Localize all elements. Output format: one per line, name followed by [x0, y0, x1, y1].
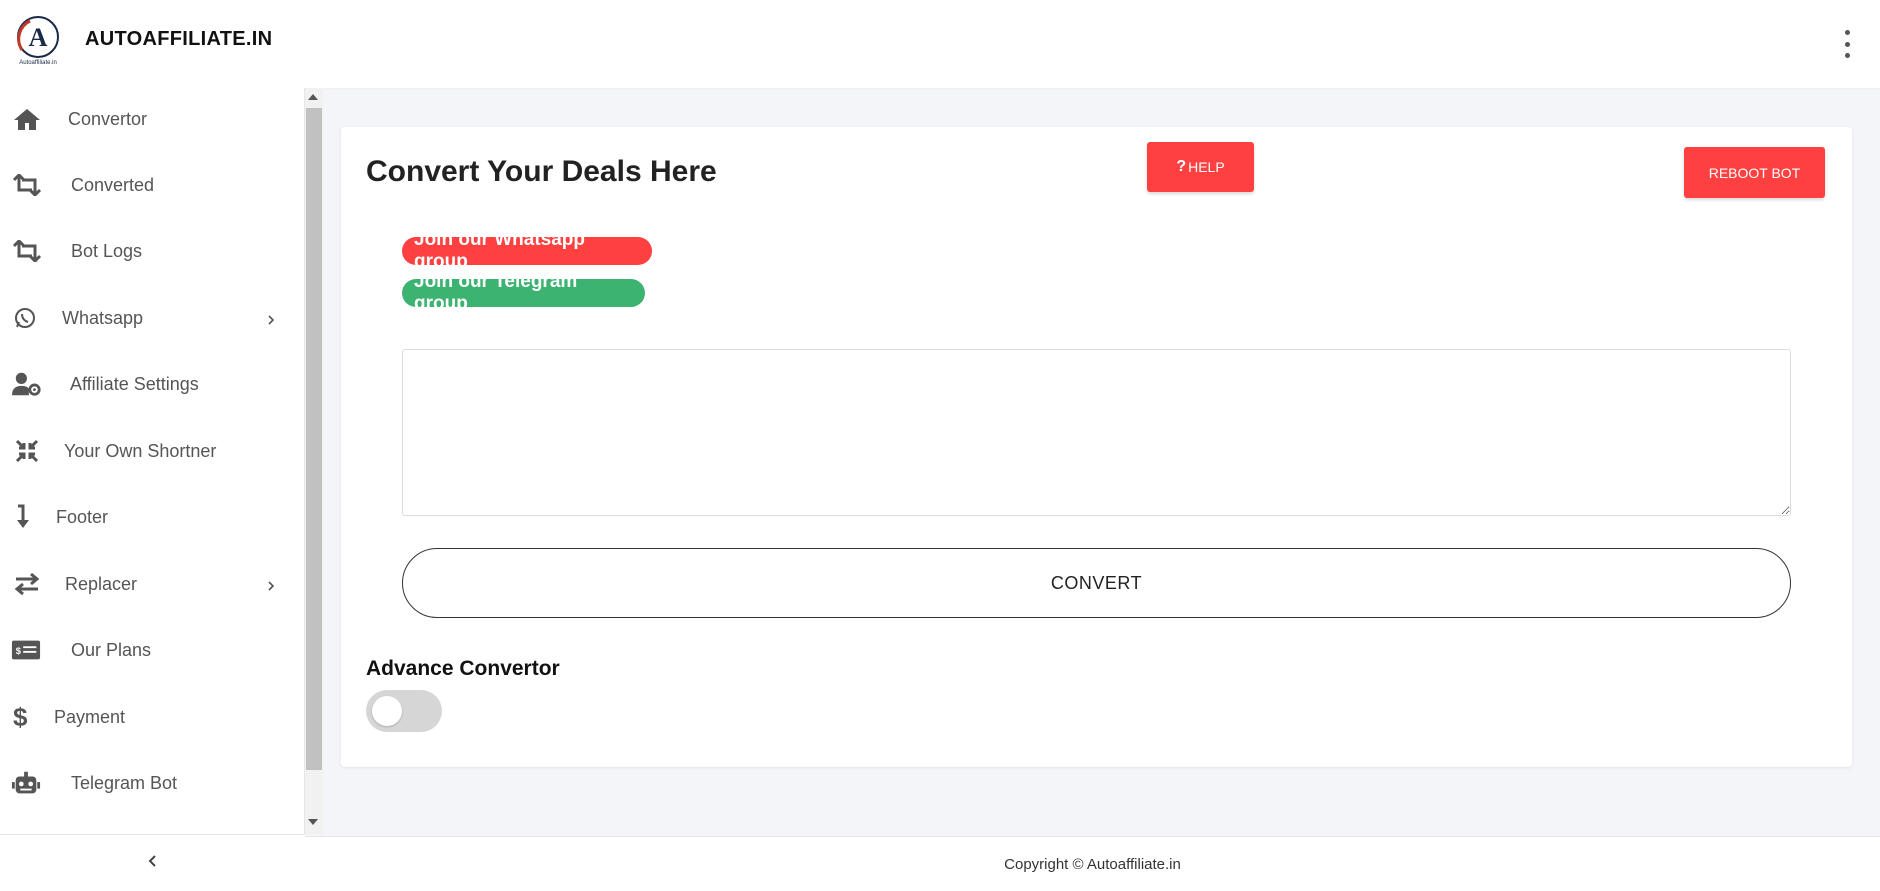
chevron-right-icon — [264, 577, 278, 591]
sidebar-item-label: Telegram Bot — [71, 772, 178, 793]
sidebar-item-affiliate-settings[interactable]: Affiliate Settings — [0, 356, 290, 412]
page-title: Convert Your Deals Here — [366, 155, 717, 188]
svg-text:Autoaffiliate.in: Autoaffiliate.in — [19, 60, 57, 66]
sidebar-item-telegram-bot[interactable]: Telegram Bot — [0, 755, 290, 811]
convert-button[interactable]: CONVERT — [402, 548, 1791, 618]
sidebar-item-replacer[interactable]: Replacer — [0, 556, 290, 612]
whatsapp-icon — [10, 303, 40, 333]
user-gear-icon — [12, 369, 42, 399]
sidebar-item-label: Convertor — [68, 108, 148, 129]
repeat-icon — [12, 236, 42, 266]
sidebar-collapse-button[interactable] — [0, 834, 305, 891]
top-bar: A Autoaffiliate.in AUTOAFFILIATE.IN — [0, 0, 1880, 88]
scroll-down-arrow-icon[interactable] — [308, 819, 318, 825]
sidebar-item-label: Whatsapp — [62, 307, 144, 328]
dollar-icon: $ — [6, 702, 36, 732]
sidebar-item-our-plans[interactable]: $ Our Plans — [0, 622, 290, 678]
advance-convertor-label: Advance Convertor — [366, 657, 560, 680]
sidebar-scrollbar-thumb[interactable] — [306, 108, 322, 770]
sidebar-item-whatsapp[interactable]: Whatsapp — [0, 290, 290, 346]
deal-input[interactable] — [402, 349, 1791, 516]
svg-text:$: $ — [16, 646, 22, 656]
question-icon: ? — [1176, 158, 1187, 175]
sidebar-item-label: Payment — [54, 706, 126, 727]
join-whatsapp-group-link[interactable]: Join our Whatsapp group — [402, 229, 652, 272]
sidebar-item-converted[interactable]: Converted — [0, 157, 290, 213]
sidebar-item-your-own-shortner[interactable]: Your Own Shortner — [0, 423, 290, 479]
sidebar-item-label: Your Own Shortner — [64, 440, 217, 461]
svg-text:A: A — [29, 23, 48, 52]
sidebar-item-footer[interactable]: Footer — [0, 489, 290, 545]
reboot-bot-button[interactable]: REBOOT BOT — [1684, 147, 1825, 198]
compress-icon — [12, 436, 42, 466]
sidebar-item-label: Replacer — [65, 573, 138, 594]
help-button-label: HELP — [1188, 159, 1225, 175]
toggle-knob — [372, 696, 402, 726]
brand-name[interactable]: AUTOAFFILIATE.IN — [85, 28, 272, 51]
sidebar-item-label: Affiliate Settings — [70, 373, 199, 394]
sidebar: Convertor Converted Bot Logs Whatsapp Af… — [0, 88, 305, 891]
copyright-text: Copyright © Autoaffiliate.in — [1004, 855, 1181, 873]
page-footer: Copyright © Autoaffiliate.in — [305, 836, 1880, 891]
sidebar-item-convertor[interactable]: Convertor — [0, 91, 290, 147]
convert-card: Convert Your Deals Here ? HELP REBOOT BO… — [341, 127, 1852, 767]
sidebar-item-label: Our Plans — [71, 639, 152, 660]
sidebar-item-payment[interactable]: $ Payment — [0, 689, 290, 745]
chevron-left-icon — [146, 854, 160, 873]
scroll-up-arrow-icon[interactable] — [308, 94, 318, 100]
join-telegram-group-link[interactable]: Join our Telegram group — [402, 271, 645, 314]
money-card-icon: $ — [11, 635, 41, 665]
chevron-right-icon — [264, 311, 278, 325]
home-icon — [12, 104, 42, 134]
sidebar-item-label: Bot Logs — [71, 240, 143, 261]
sidebar-item-label: Converted — [71, 174, 155, 195]
exchange-icon — [12, 569, 42, 599]
advance-convertor-toggle[interactable] — [366, 690, 442, 732]
brand-logo[interactable]: A Autoaffiliate.in — [10, 16, 66, 66]
repeat-icon — [12, 170, 42, 200]
robot-icon — [11, 768, 41, 798]
help-button[interactable]: ? HELP — [1147, 142, 1254, 192]
sidebar-item-label: Footer — [56, 506, 109, 527]
svg-text:$: $ — [13, 703, 28, 731]
sidebar-menu: Convertor Converted Bot Logs Whatsapp Af… — [0, 88, 305, 834]
sidebar-item-bot-logs[interactable]: Bot Logs — [0, 223, 290, 279]
arrow-down-turn-icon — [8, 502, 38, 532]
more-options-icon[interactable] — [1842, 30, 1852, 58]
